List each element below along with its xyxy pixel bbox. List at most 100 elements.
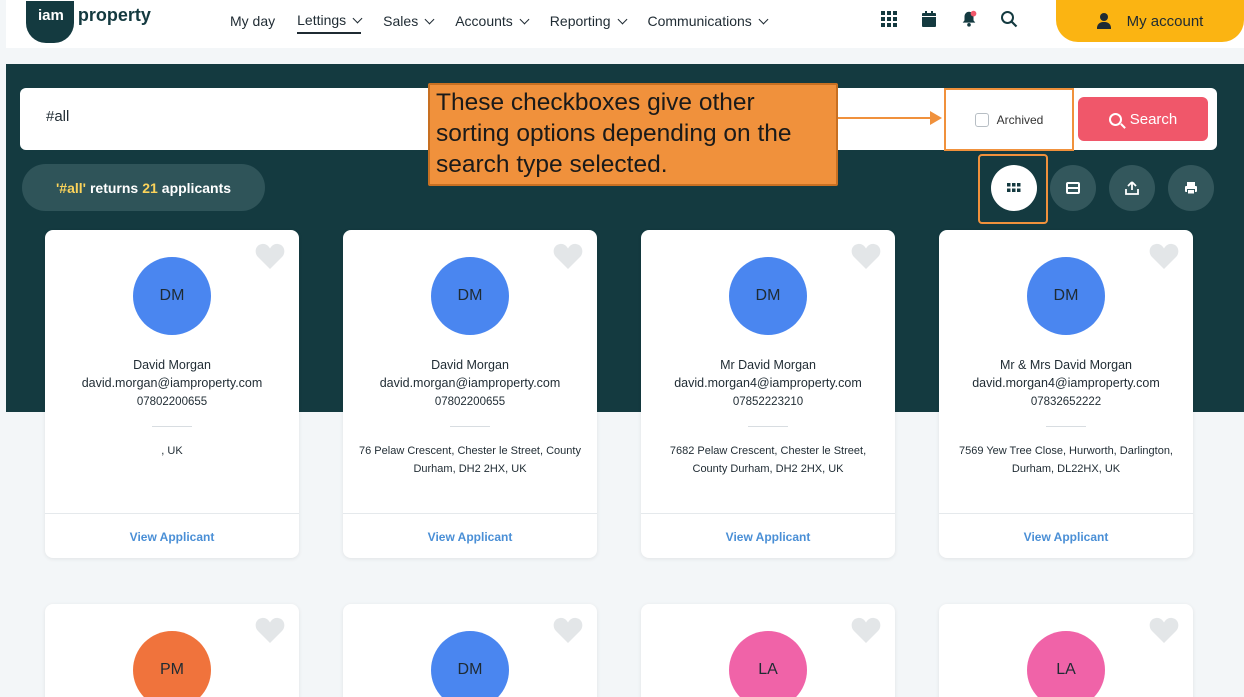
bell-icon[interactable] (960, 10, 978, 28)
card-divider (939, 513, 1193, 514)
search-button-label: Search (1129, 110, 1178, 128)
applicant-card: PM (45, 604, 299, 697)
heart-icon[interactable] (1149, 242, 1179, 270)
top-icons (880, 10, 1018, 28)
applicant-address: 7682 Pelaw Crescent, Chester le Street, … (669, 445, 867, 475)
heart-icon[interactable] (1149, 616, 1179, 644)
heart-icon[interactable] (851, 616, 881, 644)
logo-pill: iam (26, 1, 74, 43)
heart-icon[interactable] (553, 616, 583, 644)
divider (152, 426, 192, 427)
applicant-card: DM David Morgan david.morgan@iamproperty… (343, 230, 597, 558)
callout-arrow-head (930, 111, 942, 125)
my-account-button[interactable]: My account (1056, 0, 1244, 42)
archived-label: Archived (996, 112, 1044, 127)
applicant-card: DM David Morgan david.morgan@iamproperty… (45, 230, 299, 558)
card-divider (641, 513, 895, 514)
heart-icon[interactable] (553, 242, 583, 270)
calendar-icon[interactable] (920, 10, 938, 28)
heart-icon[interactable] (255, 616, 285, 644)
applicant-name: Mr & Mrs David Morgan (1000, 358, 1132, 372)
list-view-button[interactable] (1050, 165, 1096, 211)
results-summary: '#all' returns 21 applicants (22, 164, 265, 211)
export-button[interactable] (1109, 165, 1155, 211)
applicant-name: Mr David Morgan (720, 358, 816, 372)
applicant-address: 7569 Yew Tree Close, Hurworth, Darlingto… (958, 445, 1173, 475)
results-count: 21 (142, 179, 158, 196)
avatar: LA (729, 631, 807, 697)
nav-label: Accounts (455, 13, 513, 29)
applicant-card: DM Mr & Mrs David Morgan david.morgan4@i… (939, 230, 1193, 558)
nav-my-day[interactable]: My day (230, 12, 275, 34)
avatar: DM (1027, 257, 1105, 335)
nav-label: My day (230, 13, 276, 29)
account-label: My account (1126, 12, 1204, 30)
print-button[interactable] (1168, 165, 1214, 211)
applicant-phone: 07802200655 (136, 396, 208, 408)
nav-reporting[interactable]: Reporting (549, 12, 627, 34)
nav-accounts[interactable]: Accounts (455, 12, 530, 34)
person-icon (1096, 13, 1111, 29)
list-view-icon (1066, 182, 1080, 194)
results-returns: returns (89, 179, 139, 196)
applicant-card: LA (641, 604, 895, 697)
card-divider (45, 513, 299, 514)
divider (450, 426, 490, 427)
avatar: PM (133, 631, 211, 697)
applicant-card: LA (939, 604, 1193, 697)
chevron-down-icon (758, 14, 769, 24)
chevron-down-icon (352, 13, 363, 23)
view-applicant-link[interactable]: View Applicant (939, 530, 1193, 544)
export-icon (1125, 181, 1139, 195)
top-navigation-bar: iam property My day Lettings Sales Accou… (6, 0, 1244, 48)
archived-checkbox-group: Archived (944, 88, 1074, 151)
search-input[interactable] (46, 108, 426, 125)
applicant-address: 76 Pelaw Crescent, Chester le Street, Co… (359, 445, 581, 475)
view-applicant-link[interactable]: View Applicant (343, 530, 597, 544)
applicant-phone: 07832652222 (1030, 396, 1102, 408)
card-divider (343, 513, 597, 514)
avatar: DM (431, 631, 509, 697)
nav-label: Communications (647, 13, 752, 29)
grid-view-highlight (978, 154, 1048, 224)
nav-label: Reporting (549, 13, 611, 29)
nav-label: Lettings (297, 12, 347, 28)
nav-lettings[interactable]: Lettings (297, 12, 363, 34)
nav-communications[interactable]: Communications (647, 12, 769, 34)
applicant-phone: 07852223210 (732, 396, 804, 408)
app-logo[interactable]: iam property (26, 0, 151, 44)
view-applicant-link[interactable]: View Applicant (45, 530, 299, 544)
applicant-name: David Morgan (133, 358, 211, 372)
applicant-email: david.morgan@iamproperty.com (81, 376, 263, 390)
search-button[interactable]: Search (1078, 97, 1208, 141)
nav-sales[interactable]: Sales (383, 12, 435, 34)
archived-checkbox[interactable] (974, 112, 989, 127)
chevron-down-icon (519, 14, 530, 24)
applicant-card: DM Mr David Morgan david.morgan4@iamprop… (641, 230, 895, 558)
avatar: LA (1027, 631, 1105, 697)
callout-arrow (838, 117, 934, 119)
chevron-down-icon (424, 14, 435, 24)
applicant-card: DM (343, 604, 597, 697)
applicant-email: david.morgan4@iamproperty.com (674, 376, 862, 390)
heart-icon[interactable] (851, 242, 881, 270)
applicant-email: david.morgan4@iamproperty.com (972, 376, 1160, 390)
results-noun: applicants (161, 179, 232, 196)
avatar: DM (729, 257, 807, 335)
logo-text: property (77, 4, 151, 25)
applicant-name: David Morgan (431, 358, 509, 372)
chevron-down-icon (617, 14, 627, 24)
applicant-email: david.morgan@iamproperty.com (379, 376, 561, 390)
search-icon[interactable] (1000, 10, 1018, 28)
avatar: DM (133, 257, 211, 335)
divider (748, 426, 788, 427)
tutorial-callout: These checkboxes give other sorting opti… (428, 83, 838, 186)
heart-icon[interactable] (255, 242, 285, 270)
print-icon (1185, 182, 1197, 195)
nav-label: Sales (383, 13, 419, 29)
search-icon (1108, 112, 1122, 126)
view-applicant-link[interactable]: View Applicant (641, 530, 895, 544)
apps-grid-icon[interactable] (880, 10, 898, 28)
divider (1046, 426, 1086, 427)
applicant-phone: 07802200655 (434, 396, 506, 408)
